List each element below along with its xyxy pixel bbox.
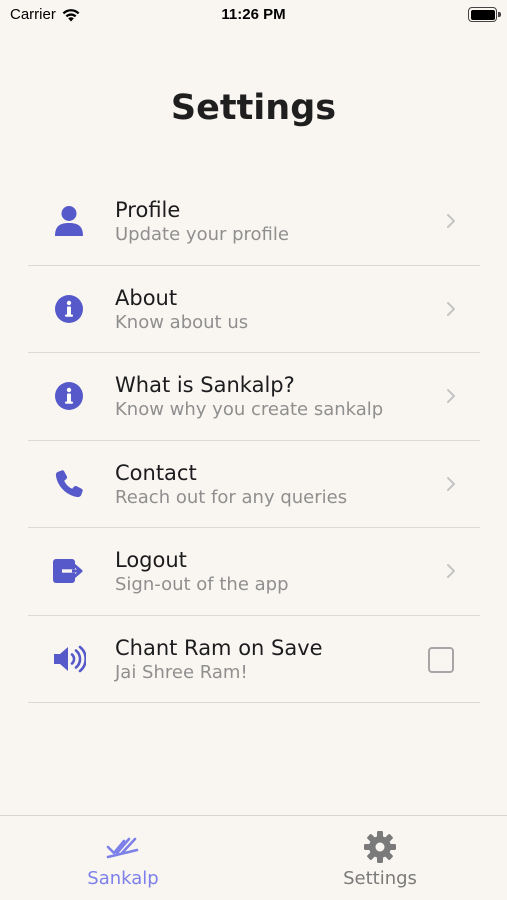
chant-ram-subtitle: Jai Shree Ram! — [115, 661, 248, 683]
settings-row-profile[interactable]: Profile Update your profile — [28, 178, 480, 266]
battery-cap — [498, 12, 501, 17]
settings-row-about[interactable]: About Know about us — [28, 266, 480, 353]
double-check-icon — [106, 837, 139, 859]
settings-row-contact[interactable]: Contact Reach out for any queries — [28, 441, 480, 528]
phone-icon — [52, 467, 86, 501]
logout-title: Logout — [115, 548, 187, 572]
gear-icon — [364, 831, 396, 863]
chant-ram-title: Chant Ram on Save — [115, 635, 323, 660]
about-subtitle: Know about us — [115, 311, 249, 333]
logout-subtitle: Sign-out of the app — [115, 574, 289, 595]
status-time: 11:26 PM — [221, 6, 286, 23]
volume-icon — [52, 642, 86, 676]
contact-title: Contact — [115, 460, 197, 485]
chevron-right-icon — [447, 389, 455, 403]
tab-bar: Sankalp Settings — [0, 815, 507, 900]
profile-subtitle: Update your profile — [115, 224, 289, 245]
tab-sankalp-label: Sankalp — [87, 868, 159, 889]
what-is-sankalp-subtitle: Know why you create sankalp — [115, 399, 384, 420]
info-circle-icon — [52, 292, 86, 326]
chevron-right-icon — [447, 476, 455, 491]
status-bar: Carrier 11:26 PM — [0, 0, 507, 30]
about-title: About — [115, 285, 178, 310]
tab-settings-label: Settings — [343, 868, 417, 889]
tab-settings[interactable]: Settings — [310, 830, 450, 889]
what-is-sankalp-title: What is Sankalp? — [115, 373, 295, 397]
tab-sankalp[interactable]: Sankalp — [53, 830, 193, 889]
battery-icon — [468, 7, 497, 22]
info-circle-icon — [52, 379, 86, 413]
settings-row-chant-ram: Chant Ram on Save Jai Shree Ram! — [28, 616, 480, 703]
chevron-right-icon — [447, 214, 455, 228]
contact-subtitle: Reach out for any queries — [115, 486, 348, 508]
battery-fill — [470, 9, 495, 20]
profile-title: Profile — [115, 198, 181, 222]
person-icon — [52, 204, 86, 238]
settings-list: Profile Update your profile About Know a… — [28, 178, 480, 703]
settings-row-logout[interactable]: Logout Sign-out of the app — [28, 528, 480, 616]
settings-row-what-is-sankalp[interactable]: What is Sankalp? Know why you create san… — [28, 353, 480, 441]
logout-icon — [52, 554, 86, 588]
chevron-right-icon — [447, 564, 455, 578]
chant-ram-checkbox[interactable] — [428, 646, 454, 673]
page-title: Settings — [170, 88, 337, 128]
chevron-right-icon — [447, 301, 455, 316]
